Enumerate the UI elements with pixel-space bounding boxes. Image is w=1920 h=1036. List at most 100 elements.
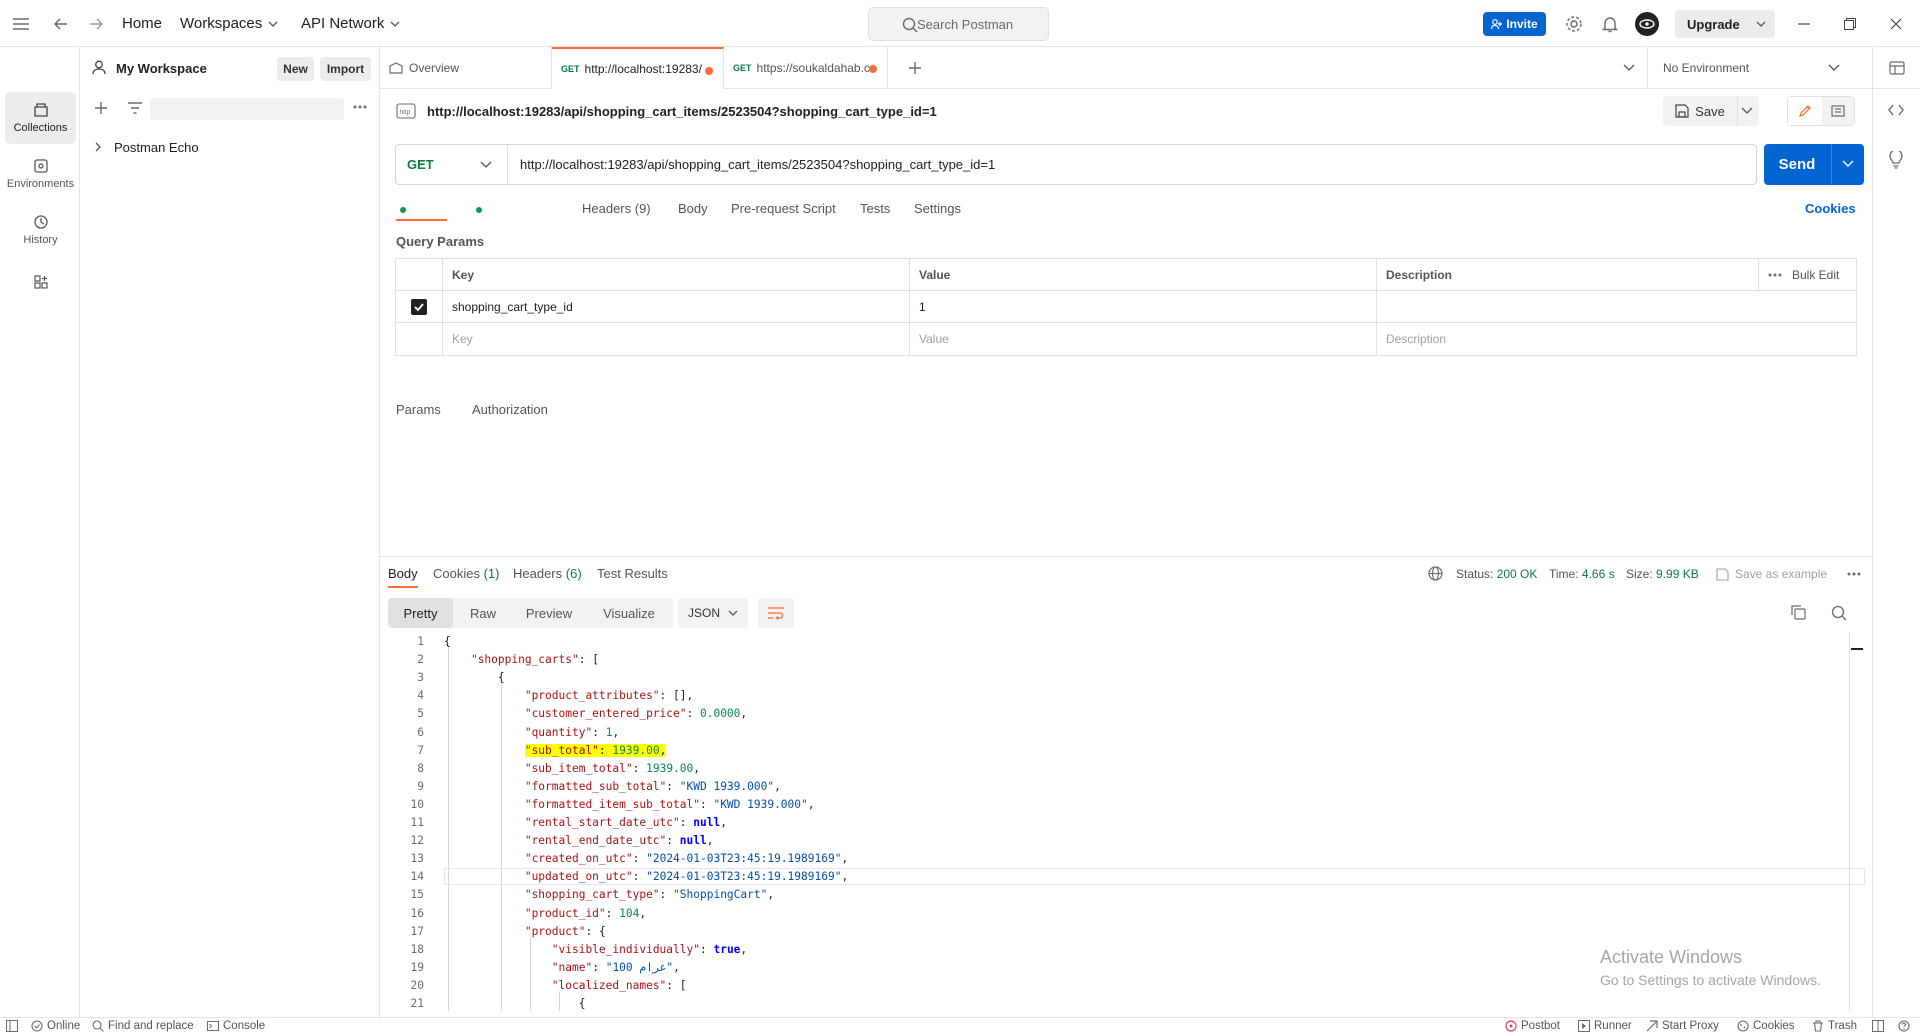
search-input[interactable]: Search Postman	[868, 7, 1049, 41]
sidebar-item-environments[interactable]: Environments	[5, 148, 76, 200]
lightbulb-icon[interactable]	[1888, 151, 1904, 169]
search-icon[interactable]	[1831, 605, 1847, 621]
user-icon	[92, 60, 106, 75]
more-options-icon[interactable]	[1847, 572, 1861, 576]
proxy-icon	[1646, 1020, 1658, 1032]
avatar[interactable]	[1635, 12, 1659, 36]
view-tab-raw[interactable]: Raw	[453, 598, 513, 628]
method-selector[interactable]: GET	[396, 145, 508, 184]
response-divider[interactable]	[380, 556, 1872, 557]
upgrade-button[interactable]: Upgrade	[1675, 10, 1775, 38]
code-line: 16 "product_id": 104,	[388, 905, 1868, 923]
send-dropdown-chevron-icon[interactable]	[1842, 160, 1854, 168]
time-label: Time:	[1549, 567, 1579, 581]
tab-headers[interactable]: Headers (9)	[582, 201, 651, 216]
toggle-sidebar-icon[interactable]	[6, 1020, 18, 1032]
tab-body[interactable]: Body	[678, 201, 708, 216]
response-tab-body[interactable]: Body	[388, 566, 418, 581]
environment-quick-look-icon[interactable]	[1889, 61, 1905, 75]
param-checkbox[interactable]	[396, 291, 442, 323]
edit-pencil-icon[interactable]	[1788, 97, 1822, 125]
save-dropdown-chevron-icon[interactable]	[1741, 107, 1753, 115]
response-tab-test-results[interactable]: Test Results	[597, 566, 668, 581]
api-network-menu[interactable]: API Network	[301, 15, 400, 32]
param-description[interactable]	[1376, 291, 1856, 323]
workspaces-menu[interactable]: Workspaces	[180, 15, 278, 32]
more-options-icon[interactable]	[1768, 273, 1782, 277]
cookie-icon	[1737, 1020, 1749, 1032]
start-proxy-button[interactable]: Start Proxy	[1646, 1020, 1719, 1032]
send-button[interactable]: Send	[1764, 144, 1830, 185]
response-tab-cookies[interactable]: Cookies (1)	[433, 566, 499, 581]
import-button[interactable]: Import	[320, 57, 371, 81]
globe-icon[interactable]	[1428, 566, 1443, 581]
notifications-bell-icon[interactable]	[1599, 13, 1621, 35]
find-replace-button[interactable]: Find and replace	[92, 1020, 194, 1032]
runner-button[interactable]: Runner	[1578, 1020, 1632, 1032]
settings-gear-icon[interactable]	[1563, 13, 1585, 35]
sidebar-item-history[interactable]: History	[5, 204, 76, 256]
param-value[interactable]: 1	[909, 291, 1376, 323]
save-as-example-button[interactable]: Save as example	[1716, 567, 1827, 581]
more-options-icon[interactable]	[353, 105, 367, 109]
format-selector[interactable]: JSON	[678, 598, 748, 628]
restore-window-icon[interactable]	[1840, 14, 1860, 34]
tab-authorization[interactable]: Authorization	[472, 201, 548, 417]
param-key[interactable]: shopping_cart_type_id	[442, 291, 909, 323]
view-tab-pretty[interactable]: Pretty	[388, 598, 453, 628]
tab-soukaldahab-request[interactable]: GET https://soukaldahab.cc	[724, 47, 888, 89]
hamburger-menu-icon[interactable]	[10, 14, 32, 34]
environment-selector[interactable]: No Environment	[1648, 47, 1858, 89]
trash-button[interactable]: Trash	[1812, 1020, 1857, 1032]
back-arrow-icon[interactable]	[50, 14, 72, 34]
documentation-icon[interactable]	[1822, 97, 1854, 125]
forward-arrow-icon[interactable]	[85, 14, 107, 34]
bulk-edit-button[interactable]: Bulk Edit	[1792, 268, 1839, 282]
postbot-button[interactable]: Postbot	[1505, 1020, 1560, 1032]
description-column-header: Description	[1376, 259, 1758, 291]
line-number: 13	[410, 852, 424, 866]
tabs-dropdown-chevron-icon[interactable]	[1623, 64, 1635, 72]
view-tab-preview[interactable]: Preview	[513, 598, 585, 628]
view-tab-visualize[interactable]: Visualize	[585, 598, 673, 628]
online-status[interactable]: Online	[31, 1020, 80, 1032]
line-text: "formatted_item_sub_total": "KWD 1939.00…	[524, 797, 815, 811]
code-snippet-icon[interactable]	[1888, 104, 1904, 116]
url-input[interactable]: http://localhost:19283/api/shopping_cart…	[508, 157, 995, 172]
tab-tests[interactable]: Tests	[860, 201, 890, 216]
tab-settings[interactable]: Settings	[914, 201, 961, 216]
tab-label: Headers	[513, 566, 563, 581]
code-line: 1{	[388, 633, 1868, 651]
new-key-input[interactable]: Key	[442, 323, 909, 355]
new-tab-plus-icon[interactable]	[908, 61, 922, 75]
tab-localhost-request[interactable]: GET http://localhost:19283/	[552, 47, 724, 89]
copy-icon[interactable]	[1791, 605, 1806, 620]
cookies-link[interactable]: Cookies	[1805, 201, 1856, 216]
cookies-button[interactable]: Cookies	[1737, 1020, 1795, 1032]
console-button[interactable]: Console	[207, 1020, 265, 1032]
sidebar-item-configure[interactable]	[5, 262, 76, 302]
save-button[interactable]: Save	[1663, 96, 1737, 126]
minimize-window-icon[interactable]	[1794, 14, 1814, 34]
filter-input[interactable]	[150, 98, 344, 120]
invite-button[interactable]: Invite	[1483, 12, 1546, 36]
add-collection-icon[interactable]	[94, 101, 108, 115]
tab-params[interactable]: Params	[396, 201, 441, 417]
new-button[interactable]: New	[277, 57, 314, 81]
collection-label: Postman Echo	[114, 139, 199, 155]
new-value-input[interactable]: Value	[909, 323, 1376, 355]
two-pane-view-icon[interactable]	[1872, 1020, 1884, 1032]
tab-pre-request-script[interactable]: Pre-request Script	[731, 201, 836, 216]
new-description-input[interactable]: Description	[1376, 323, 1856, 355]
filter-icon[interactable]	[128, 102, 142, 114]
tab-overview[interactable]: Overview	[380, 47, 552, 89]
wrap-lines-button[interactable]	[758, 598, 794, 628]
home-link[interactable]: Home	[122, 15, 162, 32]
close-window-icon[interactable]	[1886, 14, 1906, 34]
windows-watermark-subtitle: Go to Settings to activate Windows.	[1600, 972, 1821, 988]
sidebar-item-collections[interactable]: Collections	[5, 92, 76, 144]
help-icon[interactable]	[1898, 1020, 1910, 1032]
collection-item-postman-echo[interactable]: Postman Echo	[94, 136, 374, 158]
trash-icon	[1813, 1020, 1823, 1032]
response-tab-headers[interactable]: Headers (6)	[513, 566, 582, 581]
